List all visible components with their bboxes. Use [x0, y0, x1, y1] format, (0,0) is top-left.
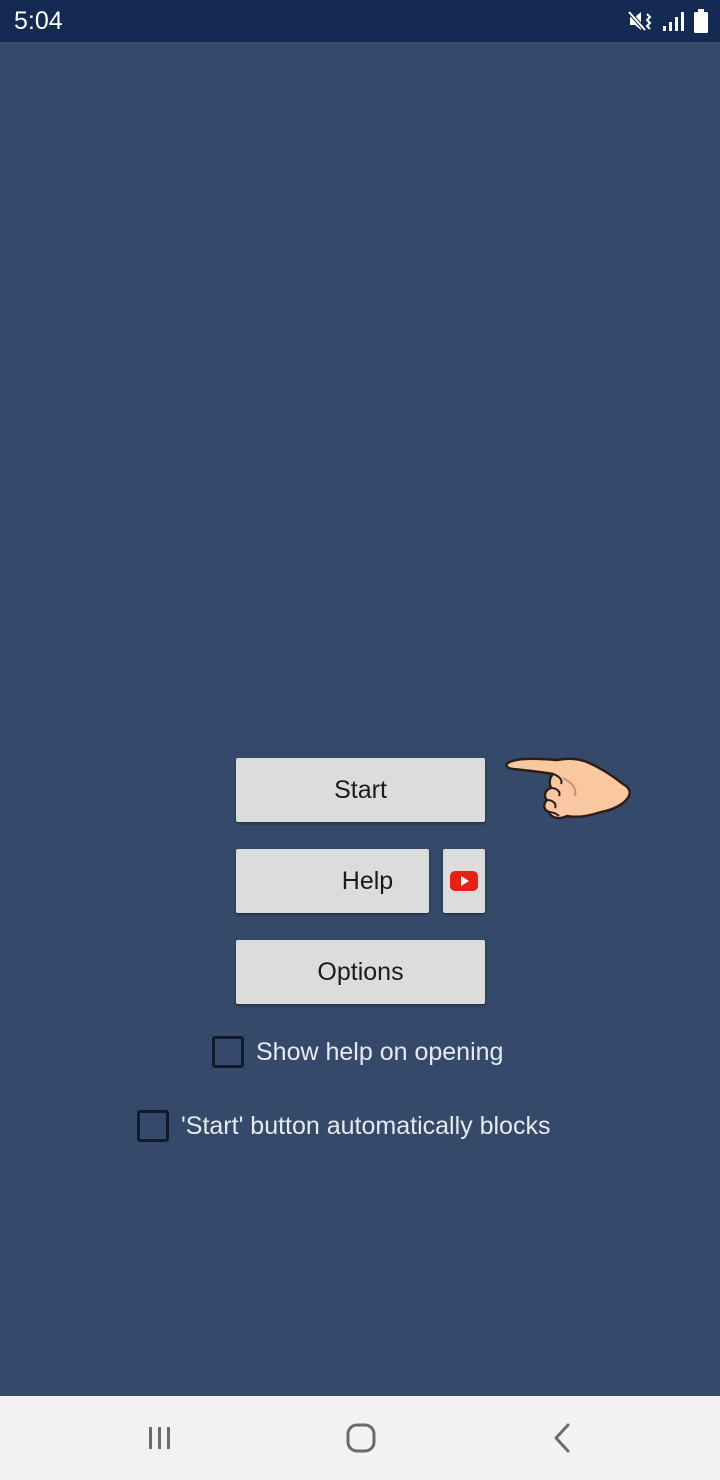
status-icons: [628, 8, 708, 34]
start-auto-blocks-checkbox[interactable]: [137, 1110, 169, 1142]
back-button[interactable]: [541, 1418, 585, 1458]
options-button-label: Options: [317, 957, 404, 986]
battery-icon: [694, 9, 708, 33]
start-button[interactable]: Start: [236, 758, 485, 822]
signal-icon: [662, 10, 686, 32]
show-help-on-opening-checkbox[interactable]: [212, 1036, 244, 1068]
recents-button[interactable]: [138, 1418, 182, 1458]
recents-icon: [149, 1427, 170, 1449]
home-button[interactable]: [339, 1418, 383, 1458]
pointing-hand-icon: [505, 757, 631, 820]
navigation-bar: [0, 1396, 720, 1480]
main-content: Start Help Options Show help on opening …: [0, 42, 720, 1396]
home-icon: [346, 1423, 376, 1453]
show-help-on-opening-row[interactable]: Show help on opening: [212, 1034, 503, 1070]
status-time: 5:04: [14, 7, 63, 35]
help-button[interactable]: Help: [236, 849, 429, 913]
mute-vibrate-icon: [628, 10, 654, 32]
help-button-label: Help: [341, 866, 394, 895]
start-auto-blocks-label: 'Start' button automatically blocks: [181, 1111, 551, 1140]
back-icon: [554, 1423, 570, 1453]
options-button[interactable]: Options: [236, 940, 485, 1004]
show-help-on-opening-label: Show help on opening: [256, 1037, 504, 1066]
status-bar: 5:04: [0, 0, 720, 42]
start-auto-blocks-row[interactable]: 'Start' button automatically blocks: [137, 1108, 550, 1144]
start-button-label: Start: [334, 775, 387, 804]
youtube-icon: [450, 871, 478, 891]
video-tutorial-button[interactable]: [443, 849, 485, 913]
